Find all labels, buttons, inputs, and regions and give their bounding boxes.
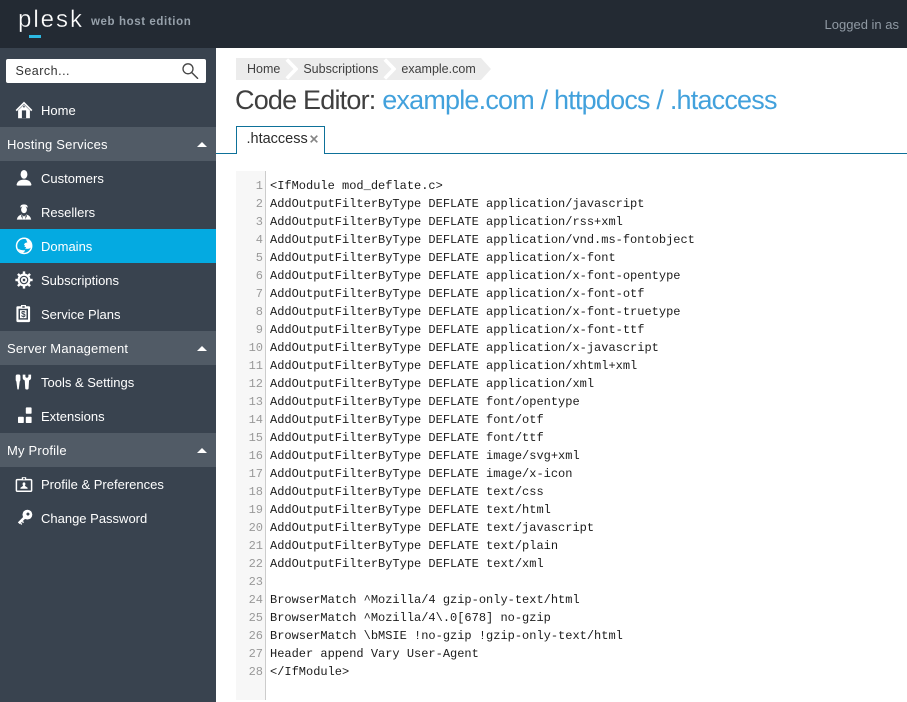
svg-text:$: $ [21, 310, 26, 319]
